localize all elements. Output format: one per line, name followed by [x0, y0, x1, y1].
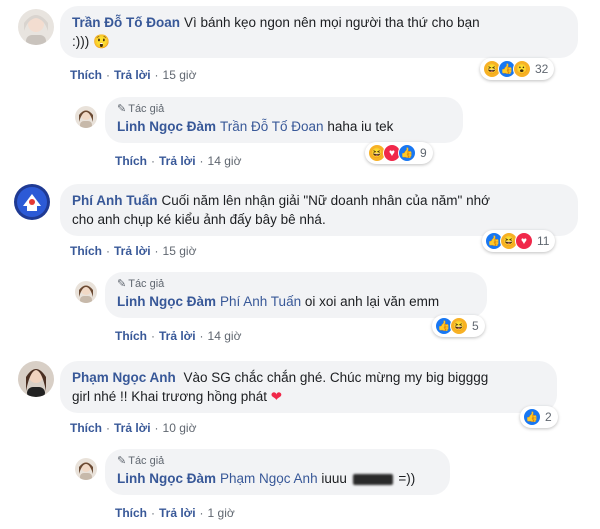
comment-text: Vào SG chắc chắn ghé. Chúc mừng my big b…	[183, 370, 489, 385]
reply-text: haha iu tek	[327, 119, 394, 134]
timestamp[interactable]: 14 giờ	[208, 154, 242, 168]
avatar-linh-ngoc-dam[interactable]	[75, 106, 97, 128]
mention-link[interactable]: Phạm Ngọc Anh	[220, 471, 318, 486]
like-link[interactable]: Thích	[115, 329, 147, 343]
commenter-name[interactable]: Trần Đỗ Tố Đoan	[72, 15, 180, 30]
reaction-count: 11	[537, 234, 550, 248]
timestamp[interactable]: 10 giờ	[163, 421, 197, 435]
commenter-name[interactable]: Phí Anh Tuấn	[72, 193, 158, 208]
reply-text: iuuu	[321, 471, 347, 486]
avatar-phi-anh-tuan[interactable]	[14, 184, 50, 220]
avatar-tran-do-to-doan[interactable]	[18, 9, 54, 45]
comment-actions: Thích · Trả lời · 15 giờ	[70, 68, 197, 82]
commenter-name[interactable]: Linh Ngọc Đàm	[117, 294, 216, 309]
reaction-count: 9	[420, 146, 427, 160]
like-link[interactable]: Thích	[70, 421, 102, 435]
commenter-name[interactable]: Linh Ngọc Đàm	[117, 119, 216, 134]
reaction-summary[interactable]: 😆 ♥ 👍 9	[365, 142, 433, 164]
reply-link[interactable]: Trả lời	[159, 506, 196, 520]
reply-actions: Thích · Trả lời · 14 giờ	[115, 329, 242, 343]
timestamp[interactable]: 15 giờ	[163, 244, 197, 258]
like-link[interactable]: Thích	[115, 154, 147, 168]
pencil-icon: ✎	[117, 278, 127, 290]
avatar-pham-ngoc-anh[interactable]	[18, 361, 54, 397]
love-icon: ♥	[515, 232, 533, 250]
reply-bubble: ✎ Tác giả Linh Ngọc Đàm Phạm Ngọc Anh iuuu…	[105, 449, 450, 495]
reply-text: oi xoi anh lại văn emm	[304, 294, 440, 309]
timestamp[interactable]: 15 giờ	[163, 68, 197, 82]
comment-text-cont: cho anh chụp ké kiểu ảnh đấy bây bê nhá.	[72, 212, 326, 227]
reaction-summary[interactable]: 👍 😆 ♥ 11	[482, 230, 556, 252]
like-icon: 👍	[398, 144, 416, 162]
comment-bubble: Phí Anh Tuấn Cuối năm lên nhận giải "Nữ d…	[60, 184, 578, 236]
redacted-text	[352, 473, 393, 485]
comment-text: Cuối năm lên nhận giải "Nữ doanh nhân củ…	[161, 193, 490, 208]
author-tag: ✎ Tác giả	[117, 278, 165, 290]
reply-bubble: ✎ Tác giả Linh Ngọc Đàm Phí Anh Tuấn oi xo…	[105, 272, 487, 318]
comment-text: Vì bánh kẹo ngon nên mọi người tha thứ c…	[184, 15, 480, 30]
like-icon: 👍	[523, 408, 541, 426]
like-link[interactable]: Thích	[70, 68, 102, 82]
reaction-summary[interactable]: 👍 😆 5	[432, 315, 485, 337]
reaction-summary[interactable]: 😆 👍 😮 32	[480, 58, 555, 80]
reaction-count: 5	[472, 319, 479, 333]
pencil-icon: ✎	[117, 103, 127, 115]
author-tag: ✎ Tác giả	[117, 103, 165, 115]
reply-link[interactable]: Trả lời	[114, 68, 151, 82]
like-link[interactable]: Thích	[115, 506, 147, 520]
reaction-count: 2	[545, 410, 552, 424]
comment-bubble: Phạm Ngọc Anh Vào SG chắc chắn ghé. Chúc…	[60, 361, 557, 413]
like-link[interactable]: Thích	[70, 244, 102, 258]
timestamp[interactable]: 14 giờ	[208, 329, 242, 343]
mention-link[interactable]: Trần Đỗ Tố Đoan	[220, 119, 324, 134]
reply-link[interactable]: Trả lời	[114, 244, 151, 258]
reply-actions: Thích · Trả lời · 14 giờ	[115, 154, 242, 168]
avatar-linh-ngoc-dam[interactable]	[75, 458, 97, 480]
heart-icon: ❤	[270, 389, 283, 404]
wow-icon: 😮	[513, 60, 531, 78]
author-tag: ✎ Tác giả	[117, 455, 165, 467]
reply-actions: Thích · Trả lời · 1 giờ	[115, 506, 235, 520]
pencil-icon: ✎	[117, 455, 127, 467]
reply-bubble: ✎ Tác giả Linh Ngọc Đàm Trần Đỗ Tố Đoan ha…	[105, 97, 463, 143]
comment-text-cont: :))) 😲	[72, 34, 110, 49]
commenter-name[interactable]: Linh Ngọc Đàm	[117, 471, 216, 486]
avatar-linh-ngoc-dam[interactable]	[75, 281, 97, 303]
comment-actions: Thích · Trả lời · 15 giờ	[70, 244, 197, 258]
reaction-summary[interactable]: 👍 2	[520, 406, 558, 428]
reply-text-end: =))	[398, 471, 416, 486]
comment-text-cont: girl nhé !! Khai trương hồng phát	[72, 389, 268, 404]
reaction-count: 32	[535, 62, 549, 76]
reply-link[interactable]: Trả lời	[159, 154, 196, 168]
haha-icon: 😆	[450, 317, 468, 335]
reply-link[interactable]: Trả lời	[114, 421, 151, 435]
comment-actions: Thích · Trả lời · 10 giờ	[70, 421, 197, 435]
comment-bubble: Trần Đỗ Tố Đoan Vì bánh kẹo ngon nên mọi …	[60, 6, 578, 58]
commenter-name[interactable]: Phạm Ngọc Anh	[72, 370, 176, 385]
mention-link[interactable]: Phí Anh Tuấn	[220, 294, 301, 309]
timestamp[interactable]: 1 giờ	[208, 506, 235, 520]
reply-link[interactable]: Trả lời	[159, 329, 196, 343]
